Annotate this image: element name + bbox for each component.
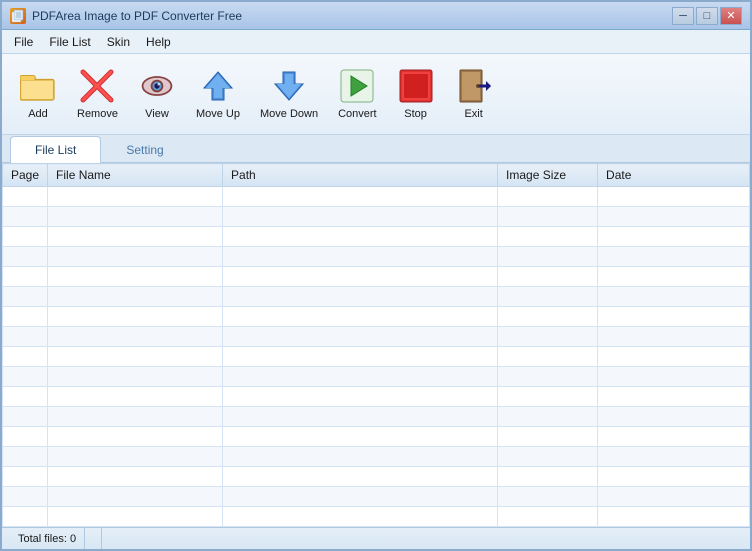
menu-skin[interactable]: Skin: [99, 33, 138, 51]
stop-label: Stop: [404, 108, 427, 120]
table-row: [3, 387, 750, 407]
col-header-imagesize: Image Size: [498, 164, 598, 187]
tab-setting[interactable]: Setting: [101, 136, 188, 163]
col-header-page: Page: [3, 164, 48, 187]
title-bar: PDFArea Image to PDF Converter Free ─ □ …: [2, 2, 750, 30]
view-button[interactable]: View: [129, 58, 185, 130]
file-table-container: Page File Name Path Image Size Date: [2, 163, 750, 527]
maximize-button[interactable]: □: [696, 7, 718, 25]
status-bar: Total files: 0: [2, 527, 750, 549]
add-button[interactable]: Add: [10, 58, 66, 130]
close-button[interactable]: ✕: [720, 7, 742, 25]
table-row: [3, 507, 750, 527]
status-total-files: Total files: 0: [10, 528, 85, 549]
folder-icon: [20, 68, 56, 104]
menu-file[interactable]: File: [6, 33, 41, 51]
convert-button[interactable]: Convert: [329, 58, 386, 130]
table-row: [3, 467, 750, 487]
table-row: [3, 407, 750, 427]
move-up-button[interactable]: Move Up: [187, 58, 249, 130]
remove-icon: [79, 68, 115, 104]
status-segment-2: [85, 528, 102, 549]
add-label: Add: [28, 108, 48, 120]
convert-icon: [339, 68, 375, 104]
tab-file-list[interactable]: File List: [10, 136, 101, 163]
app-icon: [10, 8, 26, 24]
menu-bar: File File List Skin Help: [2, 30, 750, 54]
main-window: PDFArea Image to PDF Converter Free ─ □ …: [0, 0, 752, 551]
table-row: [3, 447, 750, 467]
table-row: [3, 247, 750, 267]
move-up-icon: [200, 68, 236, 104]
remove-button[interactable]: Remove: [68, 58, 127, 130]
toolbar: Add Remove: [2, 54, 750, 135]
minimize-button[interactable]: ─: [672, 7, 694, 25]
exit-button[interactable]: Exit: [446, 58, 502, 130]
move-down-label: Move Down: [260, 108, 318, 120]
status-segment-3: [102, 528, 742, 549]
move-up-label: Move Up: [196, 108, 240, 120]
window-title: PDFArea Image to PDF Converter Free: [32, 9, 242, 23]
stop-icon: [398, 68, 434, 104]
table-row: [3, 347, 750, 367]
table-row: [3, 207, 750, 227]
stop-button[interactable]: Stop: [388, 58, 444, 130]
col-header-path: Path: [223, 164, 498, 187]
table-row: [3, 307, 750, 327]
move-down-icon: [271, 68, 307, 104]
move-down-button[interactable]: Move Down: [251, 58, 327, 130]
view-label: View: [145, 108, 169, 120]
table-row: [3, 327, 750, 347]
remove-label: Remove: [77, 108, 118, 120]
menu-filelist[interactable]: File List: [41, 33, 98, 51]
table-row: [3, 187, 750, 207]
col-header-filename: File Name: [48, 164, 223, 187]
convert-label: Convert: [338, 108, 377, 120]
view-icon: [139, 68, 175, 104]
tabs-container: File List Setting: [2, 135, 750, 163]
exit-icon: [456, 68, 492, 104]
table-row: [3, 267, 750, 287]
exit-label: Exit: [464, 108, 482, 120]
menu-help[interactable]: Help: [138, 33, 179, 51]
table-row: [3, 287, 750, 307]
file-table: Page File Name Path Image Size Date: [2, 163, 750, 527]
table-row: [3, 227, 750, 247]
table-row: [3, 427, 750, 447]
col-header-date: Date: [598, 164, 750, 187]
table-row: [3, 367, 750, 387]
table-row: [3, 487, 750, 507]
